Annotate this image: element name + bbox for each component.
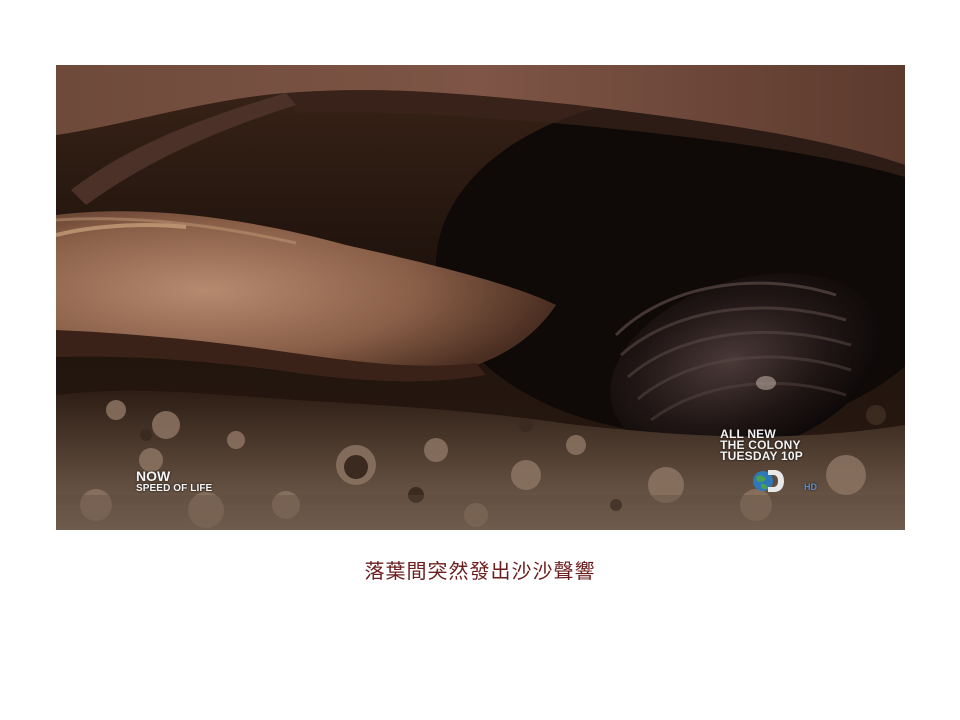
discovery-globe-d-logo-icon [753,470,784,492]
promo-banner: ALL NEW THE COLONY TUESDAY 10P [720,428,803,463]
hd-badge: HD [804,482,817,492]
slide: ALL NEW THE COLONY TUESDAY 10P NOW SPEED… [0,0,960,720]
now-playing-bug: NOW SPEED OF LIFE [136,468,213,494]
promo-line-3: TUESDAY 10P [720,449,803,463]
now-label: NOW [136,468,171,484]
show-title: SPEED OF LIFE [136,483,213,494]
video-frame[interactable]: ALL NEW THE COLONY TUESDAY 10P NOW SPEED… [56,65,905,530]
slide-caption: 落葉間突然發出沙沙聲響 [364,559,596,583]
